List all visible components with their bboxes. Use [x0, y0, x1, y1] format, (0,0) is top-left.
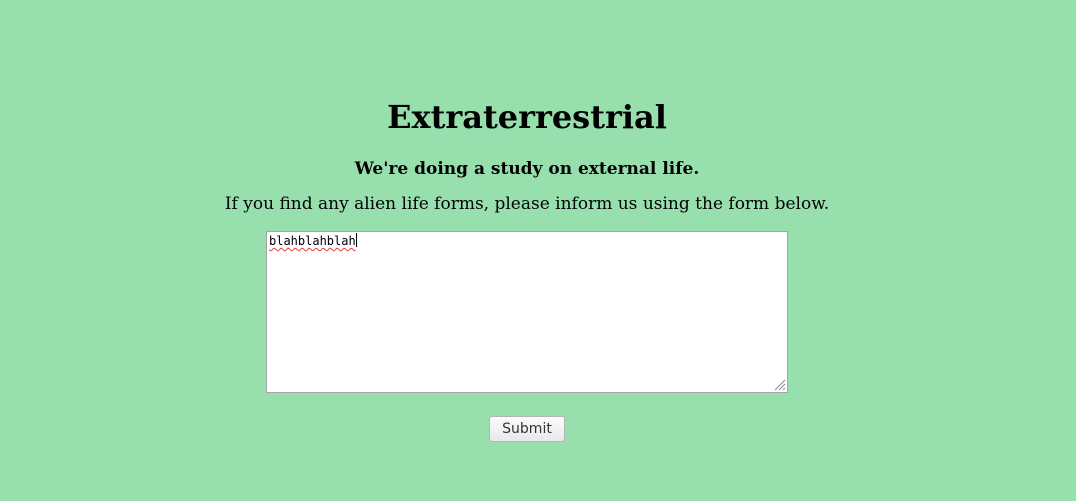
- page-title: Extraterrestrial: [387, 98, 667, 136]
- report-textarea[interactable]: blahblahblah: [266, 231, 788, 393]
- text-caret: [355, 233, 357, 247]
- page: Extraterrestrial We're doing a study on …: [0, 0, 1076, 501]
- page-instructions: If you find any alien life forms, please…: [224, 194, 830, 214]
- resize-grip-icon[interactable]: [772, 377, 786, 391]
- textarea-value: blahblahblah: [269, 234, 356, 248]
- submit-button[interactable]: Submit: [489, 416, 565, 442]
- page-subtitle: We're doing a study on external life.: [354, 159, 700, 179]
